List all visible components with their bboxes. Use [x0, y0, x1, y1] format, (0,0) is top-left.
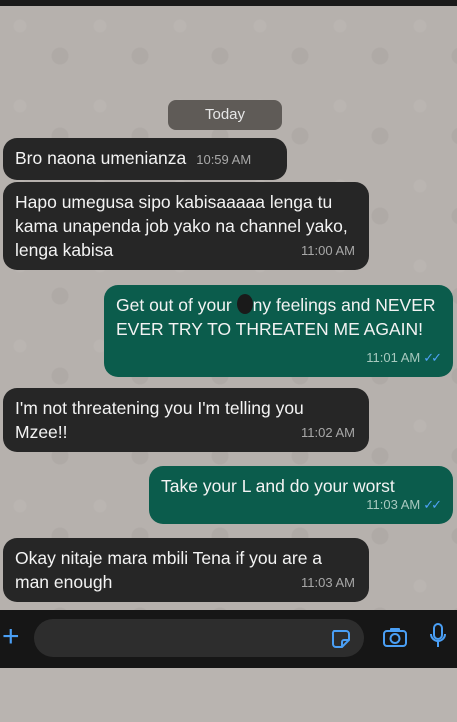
message-time: 11:02 AM — [301, 425, 355, 440]
camera-icon[interactable] — [382, 626, 408, 653]
read-receipt-icon: ✓✓ — [423, 350, 442, 365]
redaction-blot — [236, 294, 253, 314]
message-time: 11:03 AM — [366, 497, 421, 512]
message-outgoing[interactable]: Take your L and do your worst 11:03 AM ✓✓ — [149, 466, 453, 524]
message-incoming[interactable]: Hapo umegusa sipo kabisaaaaa lenga tu ka… — [3, 182, 369, 270]
message-time: 11:01 AM — [366, 350, 421, 365]
message-text: Bro naona umenianza 10:59 AM — [15, 148, 252, 168]
message-incoming[interactable]: Bro naona umenianza 10:59 AM — [3, 138, 287, 180]
message-time: 11:03 AM — [301, 575, 355, 590]
message-text: Get out of your ny feelings and NEVER EV… — [116, 294, 436, 339]
plus-icon[interactable]: + — [2, 622, 20, 652]
message-outgoing[interactable]: Get out of your ny feelings and NEVER EV… — [104, 285, 453, 377]
message-time: 10:59 AM — [196, 152, 252, 167]
message-incoming[interactable]: Okay nitaje mara mbili Tena if you are a… — [3, 538, 369, 602]
sticker-icon[interactable] — [330, 628, 352, 655]
chat-area[interactable]: Today Bro naona umenianza 10:59 AM Hapo u… — [0, 6, 457, 610]
read-receipt-icon: ✓✓ — [423, 497, 442, 512]
message-meta: 11:03 AM ✓✓ — [366, 493, 442, 517]
microphone-icon[interactable] — [428, 622, 448, 655]
screen-bottom-margin — [0, 668, 457, 722]
message-time: 11:00 AM — [301, 243, 355, 258]
message-incoming[interactable]: I'm not threatening you I'm telling you … — [3, 388, 369, 452]
message-meta: 11:01 AM ✓✓ — [366, 346, 442, 370]
date-separator: Today — [168, 100, 282, 130]
message-input-bar: + — [0, 610, 457, 668]
message-input[interactable] — [34, 619, 364, 657]
